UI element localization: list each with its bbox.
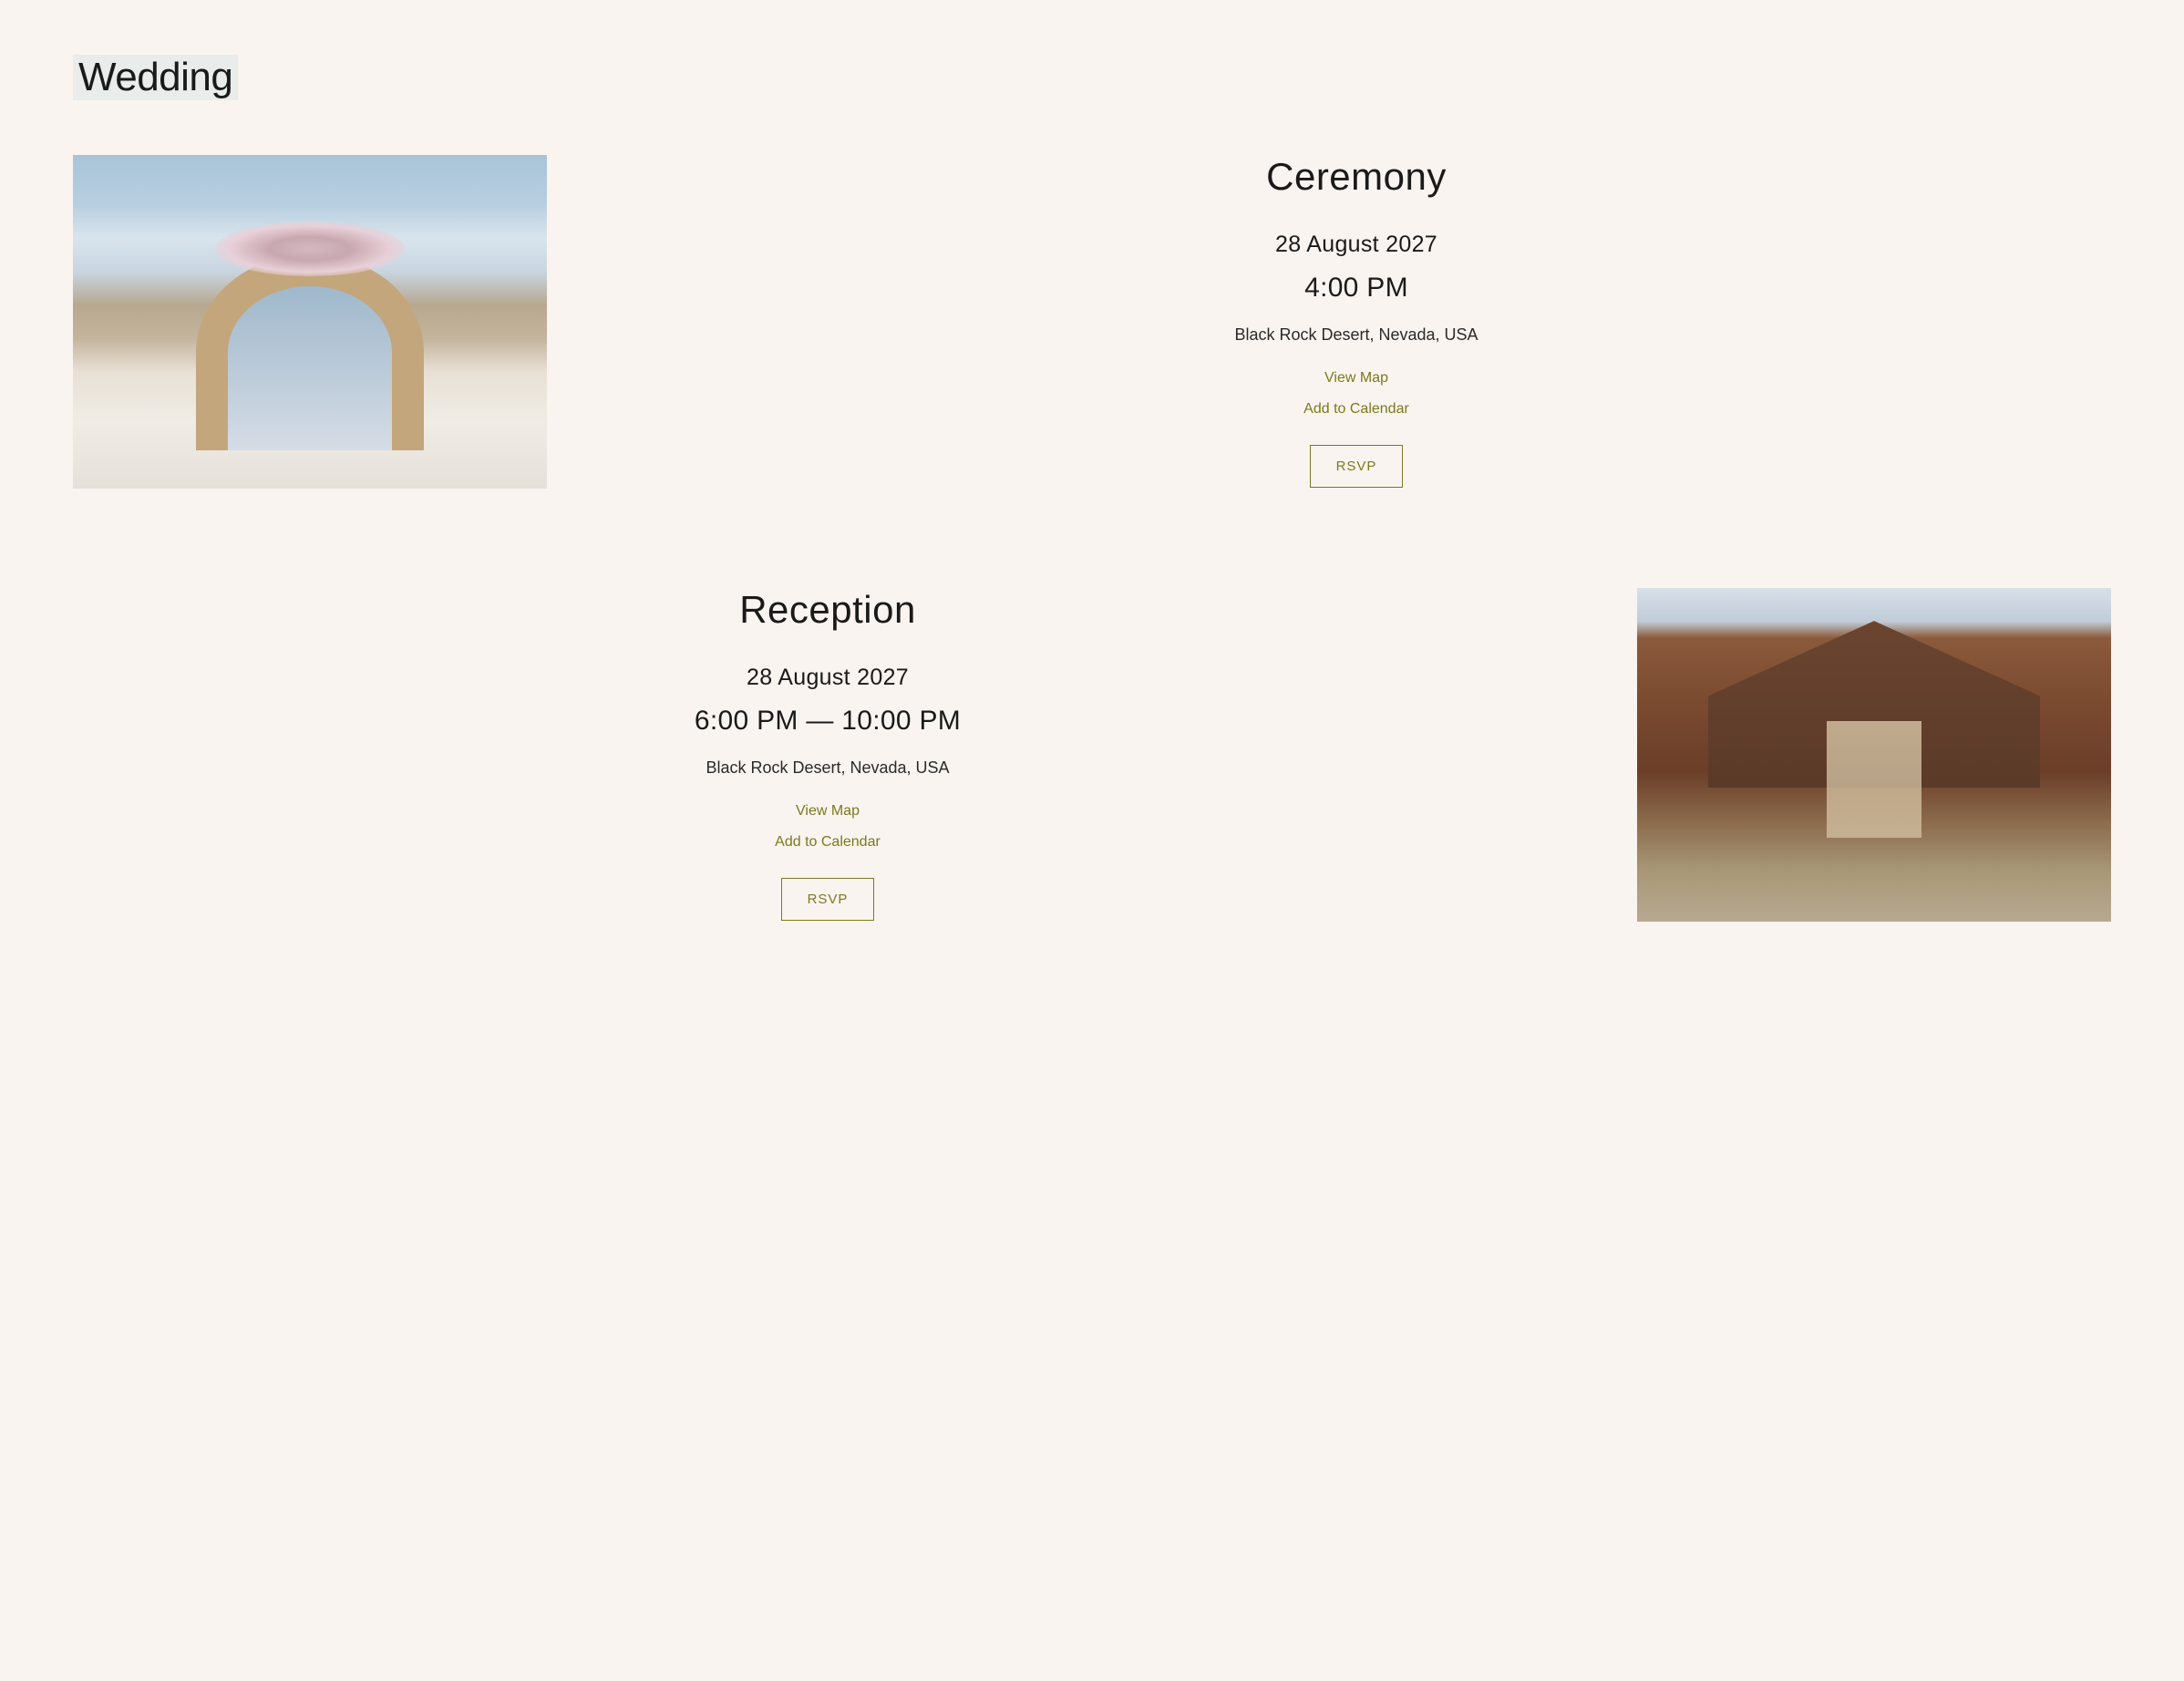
ceremony-date: 28 August 2027 [1275, 232, 1437, 258]
page-title[interactable]: Wedding [73, 55, 238, 100]
ceremony-location: Black Rock Desert, Nevada, USA [1234, 325, 1478, 345]
reception-title: Reception [739, 588, 916, 632]
reception-section: Reception 28 August 2027 6:00 PM — 10:00… [73, 570, 2111, 939]
reception-location: Black Rock Desert, Nevada, USA [706, 758, 949, 778]
ceremony-rsvp-button[interactable]: RSVP [1310, 445, 1404, 488]
reception-add-calendar-link[interactable]: Add to Calendar [775, 834, 881, 851]
ceremony-image [73, 155, 547, 489]
reception-rsvp-button[interactable]: RSVP [781, 878, 875, 921]
reception-time: 6:00 PM — 10:00 PM [695, 706, 961, 737]
ceremony-section: Ceremony 28 August 2027 4:00 PM Black Ro… [73, 137, 2111, 506]
reception-date: 28 August 2027 [747, 665, 909, 691]
ceremony-add-calendar-link[interactable]: Add to Calendar [1303, 401, 1409, 418]
ceremony-title: Ceremony [1266, 155, 1447, 199]
ceremony-view-map-link[interactable]: View Map [1324, 370, 1388, 387]
ceremony-details: Ceremony 28 August 2027 4:00 PM Black Ro… [602, 137, 2111, 506]
reception-image [1637, 588, 2111, 922]
reception-view-map-link[interactable]: View Map [796, 803, 860, 820]
reception-details: Reception 28 August 2027 6:00 PM — 10:00… [73, 570, 1582, 939]
ceremony-time: 4:00 PM [1304, 273, 1408, 304]
